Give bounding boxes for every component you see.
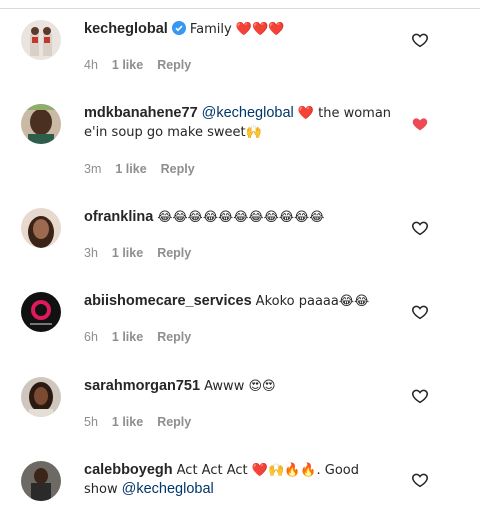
reply-button[interactable]: Reply [157, 246, 191, 260]
reply-button[interactable]: Reply [161, 162, 195, 176]
heart-icon[interactable] [411, 31, 429, 49]
comment-body: calebboyegh Act Act Act ❤️🙌🔥🔥. Good show … [84, 461, 394, 499]
username[interactable]: kecheglobal [84, 21, 168, 37]
likes-count[interactable]: 1 like [112, 246, 143, 260]
comment-meta: 6h 1 like Reply [84, 330, 205, 344]
avatar[interactable] [21, 208, 61, 248]
heart-filled-icon[interactable] [411, 115, 429, 133]
username[interactable]: sarahmorgan751 [84, 378, 200, 394]
comment-meta: 3h 1 like Reply [84, 246, 205, 260]
comment-body: kecheglobal Family ❤️❤️❤️ [84, 20, 394, 41]
comment-meta: 5h 1 like Reply [84, 415, 205, 429]
timestamp: 3h [84, 246, 98, 260]
avatar[interactable] [21, 461, 61, 501]
comment-text: Akoko paaaa😂😂 [255, 294, 370, 309]
avatar[interactable] [21, 104, 61, 144]
timestamp: 4h [84, 58, 98, 72]
avatar[interactable] [21, 292, 61, 332]
comment-meta: 3m 1 like Reply [84, 162, 209, 176]
username[interactable]: ofranklina [84, 209, 153, 225]
comment-text: 😂😂😂😂😂😂😂😂😂😂😂 [157, 210, 325, 225]
reply-button[interactable]: Reply [157, 330, 191, 344]
mention-link[interactable]: @kecheglobal [202, 105, 294, 121]
mention-link[interactable]: @kecheglobal [122, 481, 214, 497]
heart-icon[interactable] [411, 303, 429, 321]
heart-icon[interactable] [411, 387, 429, 405]
comment-meta: 4h 1 like Reply [84, 58, 205, 72]
timestamp: 5h [84, 415, 98, 429]
top-divider [0, 0, 480, 9]
username[interactable]: abiishomecare_services [84, 293, 252, 309]
likes-count[interactable]: 1 like [115, 162, 146, 176]
comment-text: Awww 😍😍 [204, 379, 276, 394]
reply-button[interactable]: Reply [157, 415, 191, 429]
reply-button[interactable]: Reply [157, 58, 191, 72]
likes-count[interactable]: 1 like [112, 330, 143, 344]
verified-badge-icon [171, 21, 186, 41]
timestamp: 6h [84, 330, 98, 344]
comment-body: abiishomecare_services Akoko paaaa😂😂 [84, 292, 394, 311]
comment-body: mdkbanahene77 @kecheglobal ❤️ the woman e… [84, 104, 394, 142]
avatar[interactable] [21, 377, 61, 417]
likes-count[interactable]: 1 like [112, 415, 143, 429]
comment-text: Family ❤️❤️❤️ [189, 22, 285, 37]
username[interactable]: calebboyegh [84, 462, 173, 478]
avatar[interactable] [21, 20, 61, 60]
comment-body: sarahmorgan751 Awww 😍😍 [84, 377, 394, 396]
heart-icon[interactable] [411, 471, 429, 489]
timestamp: 3m [84, 162, 102, 176]
username[interactable]: mdkbanahene77 [84, 105, 198, 121]
comment-body: ofranklina 😂😂😂😂😂😂😂😂😂😂😂 [84, 208, 394, 227]
heart-icon[interactable] [411, 219, 429, 237]
likes-count[interactable]: 1 like [112, 58, 143, 72]
